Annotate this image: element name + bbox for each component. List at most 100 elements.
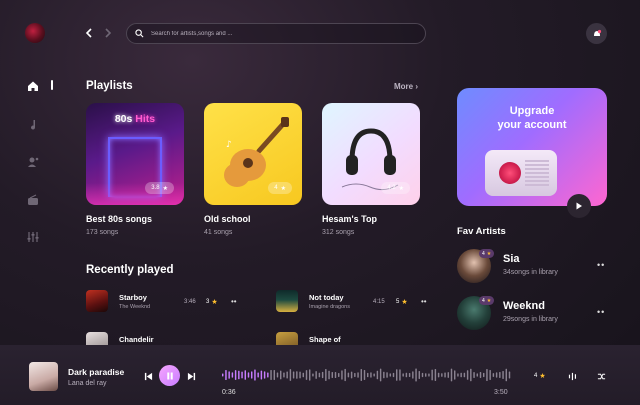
star-icon: ★ (211, 299, 218, 306)
recent-track[interactable]: Not today Imagine dragons 4:15 5 ★ •• (276, 290, 436, 312)
waveform-bar (247, 372, 250, 378)
volume-icon[interactable] (567, 371, 577, 381)
waveform-bar (231, 372, 234, 378)
star-icon: ★ (280, 185, 286, 192)
waveform-bar (367, 372, 369, 378)
radio-icon[interactable] (26, 193, 40, 207)
total-time: 3:50 (494, 389, 508, 396)
notification-button[interactable] (586, 23, 607, 44)
waveform-bar (228, 371, 230, 379)
upgrade-card[interactable]: Upgrade your account (457, 88, 607, 206)
home-icon[interactable] (26, 79, 40, 93)
pause-button[interactable] (159, 365, 180, 386)
waveform-bar (483, 372, 485, 378)
artist-item[interactable]: 4 ★ Weeknd 29songs in library •• (457, 296, 607, 332)
track-title: Starboy (119, 293, 147, 302)
player-bar: Dark paradise Lana del ray 0:36 3:50 4 ★ (0, 345, 640, 405)
playlist-card-hesams-top[interactable]: 4.2 ★ (322, 103, 420, 205)
waveform-bar (331, 372, 334, 378)
waveform-progress[interactable] (222, 367, 512, 383)
more-link[interactable]: More › (394, 82, 418, 91)
waveform-bar (399, 369, 401, 381)
search-icon (135, 29, 144, 38)
more-options-icon[interactable]: •• (231, 297, 237, 306)
now-playing-rating: 4 ★ (534, 372, 546, 380)
upgrade-title: Upgrade your account (457, 104, 607, 132)
forward-arrow-icon[interactable] (102, 26, 114, 40)
waveform-bar (447, 372, 450, 378)
track-rating-value: 5 (396, 299, 400, 305)
equalizer-icon[interactable] (26, 230, 40, 244)
waveform-bar (499, 372, 501, 378)
waveform-bar (418, 371, 421, 379)
track-rating: 5 ★ (396, 298, 408, 306)
svg-text:♪: ♪ (226, 140, 232, 150)
waveform-bar (334, 371, 337, 379)
waveform-bar (431, 369, 433, 381)
waveform-bar (350, 371, 353, 379)
star-icon: ★ (539, 373, 546, 380)
playlist-title: Best 80s songs (86, 214, 153, 224)
waveform-bar (299, 371, 301, 379)
waveform-bar (396, 369, 398, 381)
waveform-bar (344, 368, 346, 382)
music-app: Playlists More › 80s Hits 3.8★ ♪ 4★ (0, 0, 640, 405)
track-title: Shape of (309, 335, 341, 344)
playlist-card-80s[interactable]: 80s Hits 3.8 ★ (86, 103, 184, 205)
waveform-bar (441, 373, 443, 377)
sidebar (0, 0, 66, 345)
star-icon: ★ (162, 185, 168, 192)
waveform-bar (386, 372, 388, 378)
waveform-bar (460, 372, 462, 378)
star-icon: ★ (486, 250, 492, 257)
waveform-bar (373, 373, 375, 377)
next-track-icon[interactable] (186, 371, 196, 381)
shuffle-icon[interactable] (596, 371, 606, 381)
waveform-bar (354, 373, 356, 377)
bell-icon (593, 29, 601, 36)
playlist-card-old-school[interactable]: ♪ 4 ★ (204, 103, 302, 205)
track-title: Chandelir (119, 335, 154, 344)
waveform-bar (473, 372, 475, 378)
waveform-bar (338, 373, 340, 377)
radio-knob (499, 162, 521, 184)
artist-song-count: 29songs in library (503, 316, 558, 323)
track-rating: 3 ★ (206, 298, 218, 306)
more-options-icon[interactable]: •• (597, 307, 605, 317)
waveform-bar (309, 369, 311, 381)
previous-track-icon[interactable] (143, 371, 153, 381)
track-duration: 4:15 (373, 299, 385, 305)
waveform-bar (254, 369, 256, 381)
user-avatar[interactable] (25, 23, 45, 43)
waveform-bar (486, 368, 488, 382)
playlist-song-count: 173 songs (86, 229, 119, 236)
back-arrow-icon[interactable] (83, 26, 95, 40)
recent-track[interactable]: Starboy The Weeknd 3:46 3 ★ •• (86, 290, 246, 312)
waveform-bar (492, 373, 495, 377)
waveform-bar (286, 371, 288, 379)
artist-item[interactable]: 4 ★ Sia 34songs in library •• (457, 249, 607, 285)
music-note-icon[interactable] (26, 118, 40, 132)
upgrade-play-button[interactable] (567, 194, 591, 218)
recently-played-heading: Recently played (86, 264, 174, 276)
artist-rating-badge: 4 ★ (479, 296, 495, 305)
artist-icon[interactable] (26, 155, 40, 169)
playlist-rating-badge: 4 ★ (268, 182, 292, 194)
more-options-icon[interactable]: •• (421, 297, 427, 306)
now-playing-cover (29, 362, 58, 391)
waveform-bar (476, 373, 479, 377)
waveform-bar (434, 368, 437, 382)
search-input[interactable] (151, 30, 411, 37)
waveform-bar (428, 373, 430, 377)
more-options-icon[interactable]: •• (597, 260, 605, 270)
waveform-bar (479, 371, 482, 379)
artist-rating-value: 4 (482, 297, 485, 304)
current-time: 0:36 (222, 389, 236, 396)
playlist-song-count: 312 songs (322, 229, 355, 236)
radio-illustration (485, 150, 557, 196)
track-rating-value: 3 (206, 299, 210, 305)
waveform-bar (296, 371, 298, 379)
track-title: Not today (309, 293, 344, 302)
waveform-bar (263, 371, 266, 379)
search-bar[interactable] (126, 23, 426, 44)
